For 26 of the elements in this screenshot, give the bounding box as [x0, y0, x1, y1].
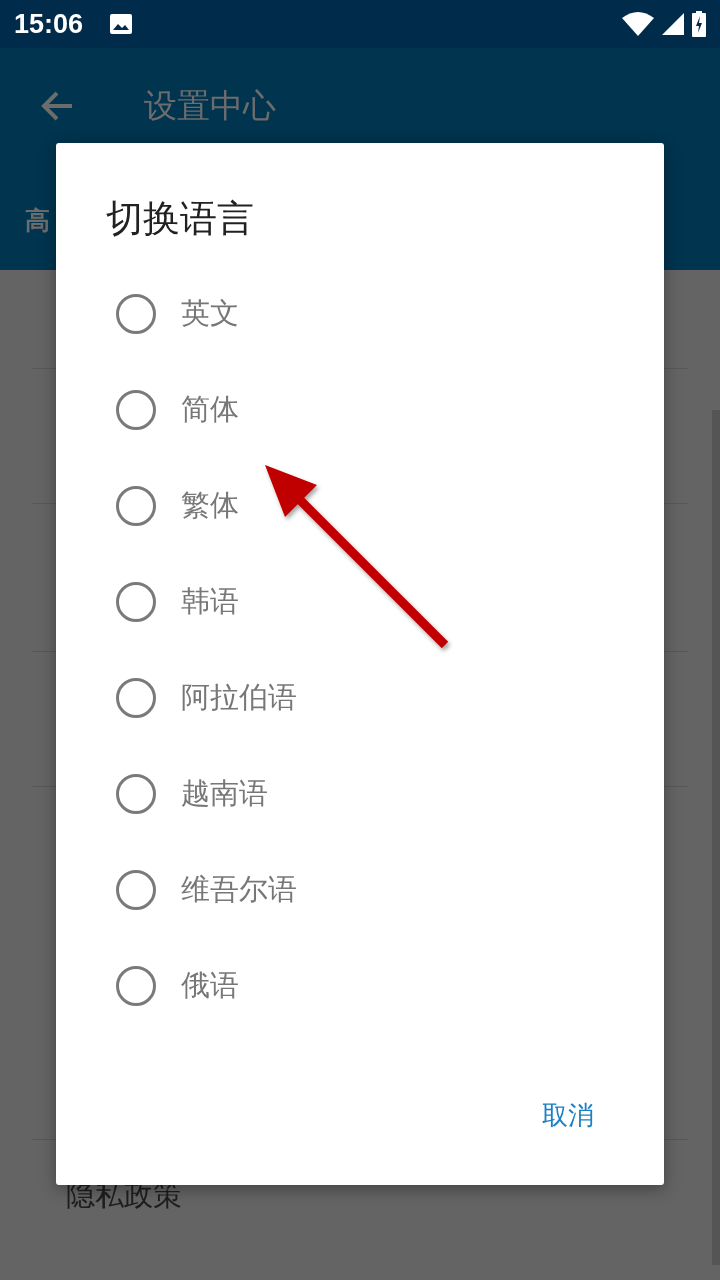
radio-button[interactable]	[116, 389, 156, 430]
option-label[interactable]: 韩语	[181, 581, 239, 622]
dialog-title: 切换语言	[106, 199, 254, 240]
radio-button[interactable]	[116, 677, 156, 718]
option-label[interactable]: 越南语	[181, 773, 268, 814]
radio-button[interactable]	[116, 581, 156, 622]
image-icon	[109, 12, 134, 36]
option-label[interactable]: 俄语	[181, 965, 239, 1006]
option-label[interactable]: 阿拉伯语	[181, 677, 297, 718]
page-title: 设置中心	[144, 84, 276, 127]
option-label[interactable]: 维吾尔语	[181, 869, 297, 910]
option-label[interactable]: 简体	[181, 389, 239, 430]
radio-button[interactable]	[116, 965, 156, 1006]
status-time: 15:06	[14, 8, 84, 40]
radio-button[interactable]	[116, 773, 156, 814]
battery-icon	[692, 11, 706, 37]
radio-button[interactable]	[116, 869, 156, 910]
wifi-icon	[622, 12, 654, 36]
tab-label[interactable]: 高	[25, 204, 50, 237]
cancel-button[interactable]: 取消	[528, 1090, 608, 1141]
back-arrow-icon[interactable]	[40, 90, 74, 122]
radio-button[interactable]	[116, 485, 156, 526]
option-label[interactable]: 英文	[181, 293, 239, 334]
option-label[interactable]: 繁体	[181, 485, 239, 526]
signal-icon	[662, 12, 684, 36]
radio-button[interactable]	[116, 293, 156, 334]
